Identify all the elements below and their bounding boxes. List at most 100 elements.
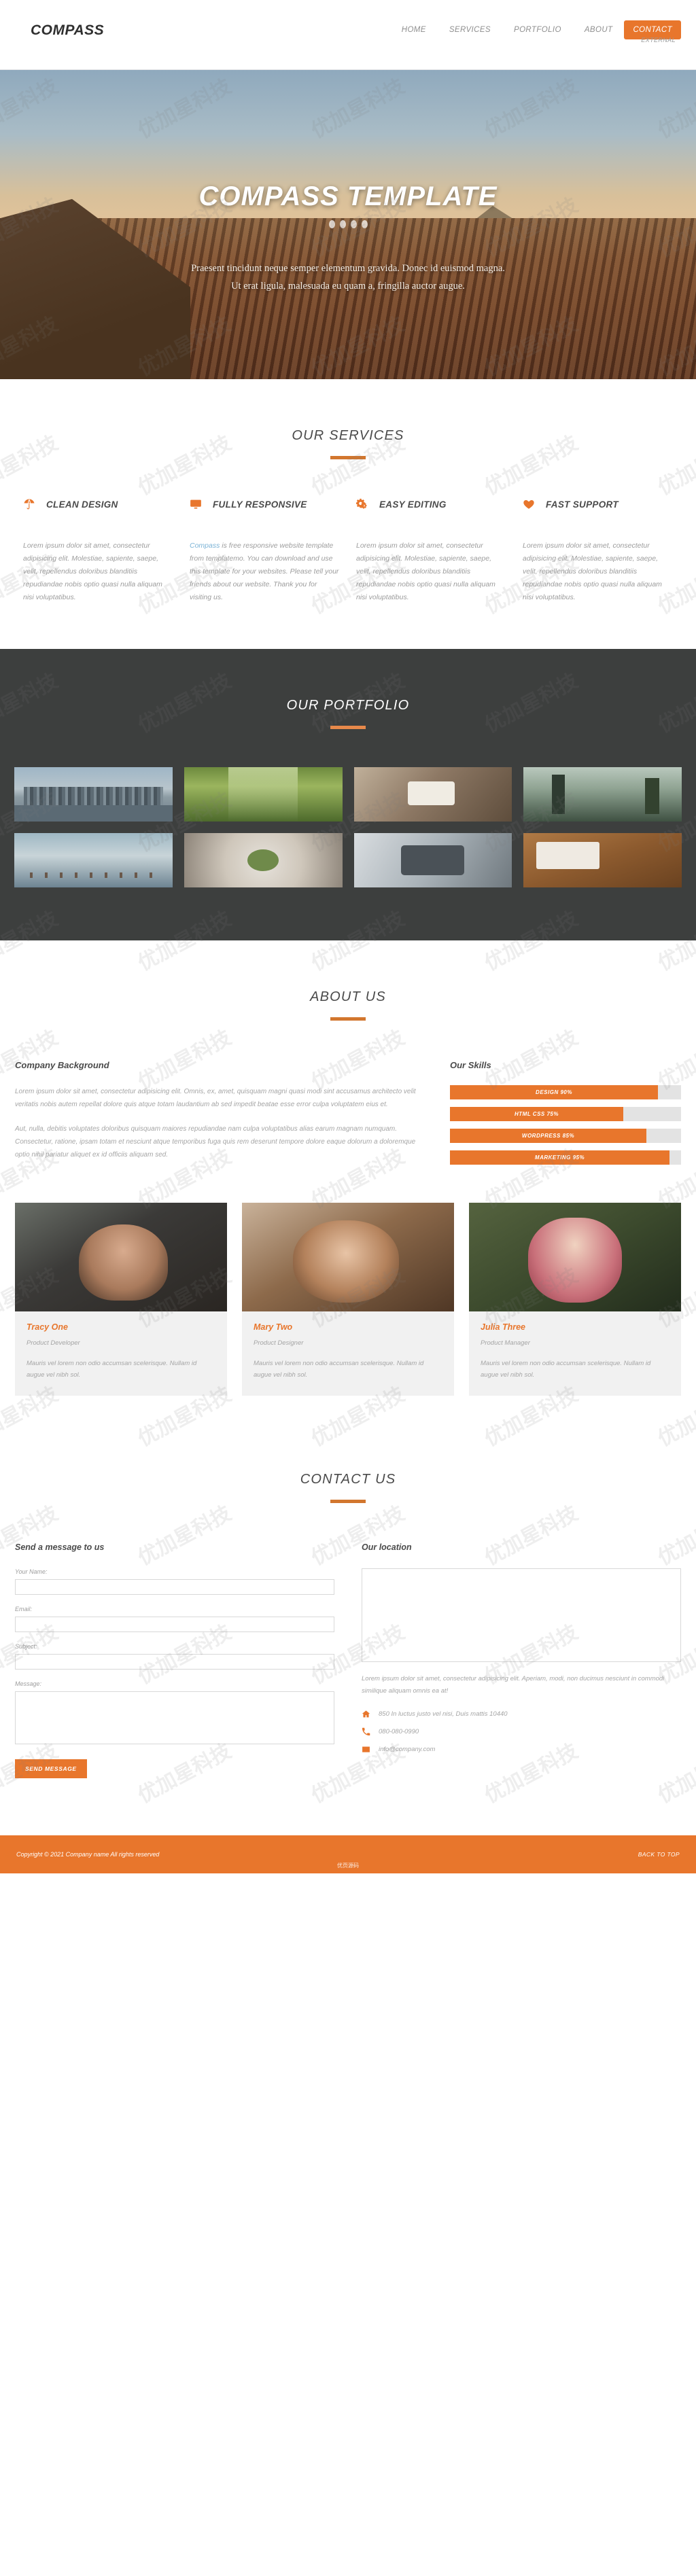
contact-form: Send a message to us Your Name: Email: S… (15, 1542, 334, 1778)
portfolio-item-desk-coffee[interactable] (353, 767, 512, 822)
nav-item-services[interactable]: SERVICES (438, 20, 502, 39)
team-card-mary-two: Mary Two Product Designer Mauris vel lor… (242, 1203, 454, 1396)
address-text: 850 In luctus justo vel nisi, Duis matti… (379, 1710, 508, 1718)
hero-subtitle: Praesent tincidunt neque semper elementu… (191, 260, 505, 295)
about-section: ABOUT US Company Background Lorem ipsum … (0, 940, 696, 1423)
service-body: Lorem ipsum dolor sit amet, consectetur … (23, 542, 162, 601)
nav-item-home[interactable]: HOME (390, 20, 438, 39)
team-card-tracy-one: Tracy One Product Developer Mauris vel l… (15, 1203, 227, 1396)
footer-credit: 优页源码 (337, 1863, 359, 1869)
contact-section: CONTACT US Send a message to us Your Nam… (0, 1423, 696, 1805)
portfolio-thumbnail (523, 833, 682, 887)
skill-label: DESIGN 90% (536, 1089, 572, 1095)
team-photo (242, 1203, 454, 1311)
service-body-text: is free responsive website template from… (190, 542, 339, 601)
team-photo (469, 1203, 681, 1311)
portfolio-heading: OUR PORTFOLIO (286, 698, 410, 713)
contact-detail-address: 850 In luctus justo vel nisi, Duis matti… (362, 1710, 681, 1718)
team-role: Product Developer (27, 1339, 80, 1347)
skill-label: MARKETING 95% (534, 1154, 585, 1161)
portfolio-item-wooden-desk[interactable] (523, 833, 682, 887)
nav-item-portfolio[interactable]: PORTFOLIO (502, 20, 573, 39)
hero-subtitle-line2: Ut erat ligula, malesuada eu quam a, fri… (231, 281, 465, 292)
email-field-label: Email: (15, 1606, 33, 1612)
skill-fill: WORDPRESS 85% (450, 1129, 646, 1143)
team-role: Product Designer (254, 1339, 304, 1347)
portfolio-item-city-skyline[interactable] (14, 767, 173, 822)
portfolio-item-green-bridge[interactable] (184, 767, 343, 822)
service-title: CLEAN DESIGN (46, 499, 118, 510)
skill-bar-html-css: HTML CSS 75% (450, 1107, 681, 1121)
name-input[interactable] (15, 1579, 334, 1595)
portfolio-item-smartphone[interactable] (353, 833, 512, 887)
subject-field-label: Subject: (15, 1643, 37, 1650)
team-description: Mauris vel lorem non odio accumsan scele… (27, 1360, 197, 1379)
portfolio-item-pelican-birds[interactable] (14, 833, 173, 887)
team-name[interactable]: Tracy One (27, 1322, 215, 1332)
services-grid: CLEAN DESIGN Lorem ipsum dolor sit amet,… (0, 459, 696, 604)
team-description: Mauris vel lorem non odio accumsan scele… (254, 1360, 424, 1379)
hero-dot-2[interactable] (339, 220, 346, 228)
service-title: EASY EDITING (379, 499, 447, 510)
portfolio-heading-block: OUR PORTFOLIO (0, 649, 696, 729)
main-navigation: HOME SERVICES PORTFOLIO ABOUT CONTACT (390, 20, 681, 39)
contact-heading: CONTACT US (300, 1472, 396, 1487)
hero-carousel-dots[interactable] (328, 220, 368, 228)
hero-subtitle-line1: Praesent tincidunt neque semper elementu… (191, 263, 505, 274)
about-heading: ABOUT US (310, 989, 386, 1004)
mail-icon (362, 1745, 371, 1754)
skill-label: HTML CSS 75% (515, 1111, 559, 1117)
skills-block: Our Skills DESIGN 90% HTML CSS 75% WORDP… (450, 1060, 681, 1173)
company-paragraph-1: Lorem ipsum dolor sit amet, consectetur … (15, 1088, 416, 1108)
service-title: FAST SUPPORT (546, 499, 619, 510)
message-field-label: Message: (15, 1680, 42, 1687)
back-to-top-link[interactable]: BACK TO TOP (638, 1851, 680, 1858)
copyright-text: Copyright © 2021 Company name All rights… (16, 1851, 160, 1858)
service-title: FULLY RESPONSIVE (213, 499, 307, 510)
location-title: Our location (362, 1542, 412, 1552)
subject-input[interactable] (15, 1654, 334, 1670)
team-name[interactable]: Mary Two (254, 1322, 442, 1332)
email-input[interactable] (15, 1617, 334, 1632)
contact-detail-email: info@company.com (362, 1745, 681, 1754)
hero-banner: COMPASS TEMPLATE Praesent tincidunt nequ… (0, 70, 696, 379)
skill-fill: HTML CSS 75% (450, 1107, 623, 1121)
hero-dot-3[interactable] (350, 220, 357, 228)
about-heading-block: ABOUT US (0, 940, 696, 1021)
gears-icon (356, 497, 371, 510)
phone-text: 080-080-0990 (379, 1728, 419, 1735)
portfolio-item-cactus-pot[interactable] (184, 833, 343, 887)
service-card-easy-editing: EASY EDITING Lorem ipsum dolor sit amet,… (348, 497, 515, 604)
skill-label: WORDPRESS 85% (521, 1133, 575, 1139)
site-header: COMPASS HOME SERVICES PORTFOLIO ABOUT CO… (0, 0, 696, 70)
service-card-fast-support: FAST SUPPORT Lorem ipsum dolor sit amet,… (515, 497, 681, 604)
portfolio-thumbnail (14, 767, 173, 822)
send-message-button[interactable]: SEND MESSAGE (15, 1759, 87, 1778)
skills-title: Our Skills (450, 1060, 491, 1070)
portfolio-section: OUR PORTFOLIO (0, 649, 696, 940)
hero-dot-4[interactable] (361, 220, 368, 228)
compass-link[interactable]: Compass (190, 542, 220, 550)
services-section: OUR SERVICES CLEAN DESIGN Lorem ipsum do… (0, 379, 696, 649)
service-card-clean-design: CLEAN DESIGN Lorem ipsum dolor sit amet,… (15, 497, 181, 604)
message-textarea[interactable] (15, 1691, 334, 1744)
portfolio-thumbnail (353, 767, 512, 822)
team-name[interactable]: Julia Three (481, 1322, 669, 1332)
services-heading: OUR SERVICES (292, 428, 404, 443)
team-grid: Tracy One Product Developer Mauris vel l… (0, 1173, 696, 1396)
portfolio-item-lake-pier[interactable] (523, 767, 682, 822)
portfolio-thumbnail (184, 833, 343, 887)
nav-item-about[interactable]: ABOUT (573, 20, 625, 39)
services-heading-block: OUR SERVICES (0, 379, 696, 459)
nav-external-label[interactable]: EXTERNAL (641, 37, 676, 43)
hero-dot-1[interactable] (328, 220, 335, 228)
location-block: Our location Lorem ipsum dolor sit amet,… (362, 1542, 681, 1778)
map-embed[interactable] (362, 1568, 681, 1662)
team-card-julia-three: Julia Three Product Manager Mauris vel l… (469, 1203, 681, 1396)
site-logo[interactable]: COMPASS (31, 22, 104, 39)
skill-bar-wordpress: WORDPRESS 85% (450, 1129, 681, 1143)
skill-fill: DESIGN 90% (450, 1085, 658, 1099)
company-background-title: Company Background (15, 1060, 109, 1070)
contact-heading-block: CONTACT US (0, 1423, 696, 1503)
location-description: Lorem ipsum dolor sit amet, consectetur … (362, 1675, 665, 1695)
